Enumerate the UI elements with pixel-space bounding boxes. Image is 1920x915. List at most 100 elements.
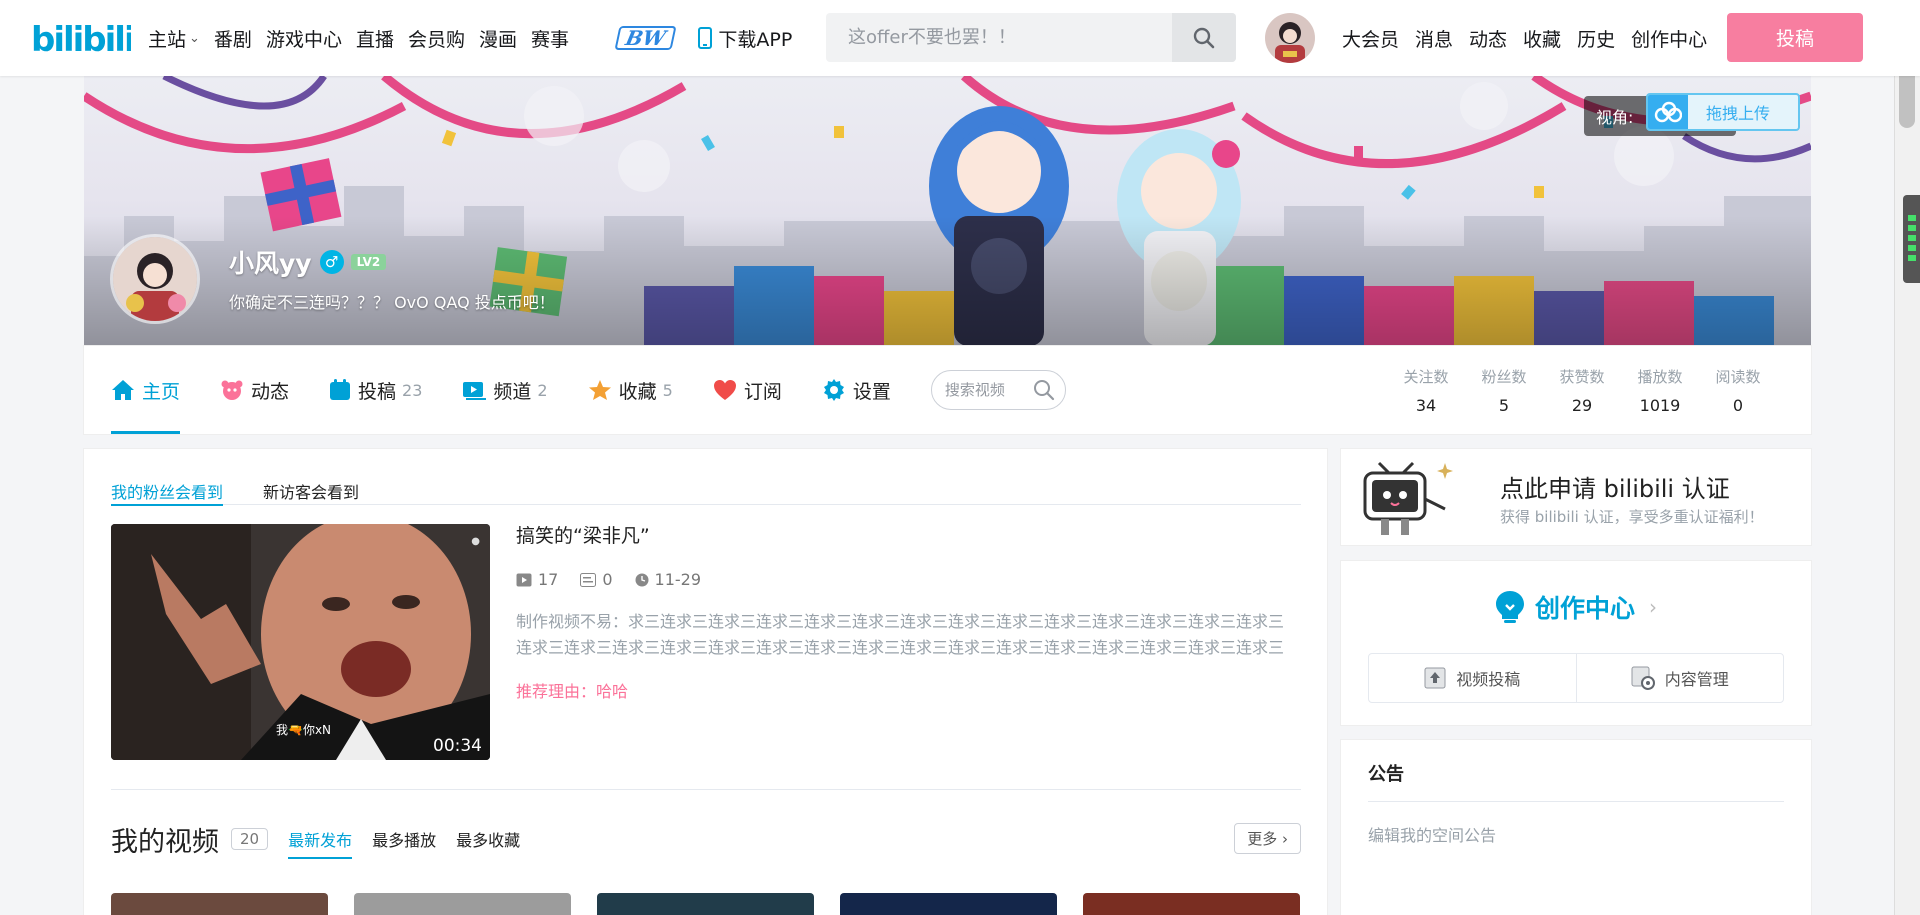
dynamic-icon: [220, 379, 244, 401]
favorite-star-icon: [588, 379, 612, 401]
video-upload-button[interactable]: 视频投稿: [1369, 654, 1576, 702]
user-nav: 大会员 消息 动态 收藏 历史 创作中心: [1342, 0, 1723, 76]
tab-uploads[interactable]: 投稿 23: [329, 346, 422, 434]
side-speed-widget[interactable]: [1903, 195, 1920, 283]
stat-followers[interactable]: 粉丝数 5: [1465, 366, 1543, 415]
creator-center-link[interactable]: 创作中心 ›: [1341, 589, 1811, 625]
stat-following[interactable]: 关注数 34: [1387, 366, 1465, 415]
search-button[interactable]: [1172, 13, 1236, 62]
certification-subtitle: 获得 bilibili 认证，享受多重认证福利！: [1500, 508, 1764, 526]
search-icon: [1193, 27, 1215, 48]
nav-history[interactable]: 历史: [1577, 25, 1615, 52]
settings-gear-icon: [822, 378, 846, 402]
stat-likes: 获赞数 29: [1559, 368, 1605, 415]
header-search: [826, 13, 1236, 62]
user-avatar[interactable]: [1265, 13, 1315, 63]
nav-live[interactable]: 直播: [356, 25, 394, 52]
video-duration: 00:34: [433, 736, 482, 756]
announcement-editor[interactable]: 编辑我的空间公告: [1368, 822, 1496, 846]
view-angle-label: 视角:: [1596, 108, 1634, 127]
featured-video-description: 制作视频不易：求三连求三连求三连求三连求三连求三连求三连求三连求三连求三连求三连…: [516, 612, 1285, 657]
male-gender-icon: ♂: [319, 250, 344, 274]
profile-tabs: 主页 动态 投稿 23 频道 2 收藏 5 订阅 设置 搜索视频: [111, 346, 1066, 434]
drag-upload-button[interactable]: 拖拽上传: [1646, 93, 1800, 131]
channel-icon: [462, 379, 487, 401]
nav-manga[interactable]: 漫画: [479, 25, 517, 52]
top-header: bilibili 主站 ⌄ 番剧 游戏中心 直播 会员购 漫画 赛事 BW 下载A…: [0, 0, 1920, 76]
announcement-divider: [1368, 801, 1784, 802]
bilibili-logo[interactable]: bilibili: [31, 13, 136, 61]
nav-game-center[interactable]: 游戏中心: [266, 25, 342, 52]
video-card[interactable]: [840, 893, 1057, 915]
page-scrollbar[interactable]: [1894, 0, 1920, 915]
nav-member-shop[interactable]: 会员购: [408, 25, 465, 52]
stat-plays: 播放数 1019: [1637, 368, 1683, 415]
nav-bangumi[interactable]: 番剧: [214, 25, 252, 52]
tab-fans-see[interactable]: 我的粉丝会看到: [111, 479, 224, 506]
my-videos-count: 20: [231, 828, 269, 850]
bw-event-badge[interactable]: BW: [614, 26, 677, 50]
nav-favorites[interactable]: 收藏: [1523, 25, 1561, 52]
subscribe-heart-icon: [713, 379, 737, 401]
level-badge: LV2: [350, 254, 387, 270]
download-app-link[interactable]: 下载APP: [698, 25, 792, 52]
uploads-count: 23: [402, 380, 423, 400]
phone-icon: [698, 27, 713, 49]
tab-subscriptions[interactable]: 订阅: [713, 346, 782, 434]
featured-video-thumbnail[interactable]: ● 我🔫你xN 00:34: [111, 524, 490, 760]
video-card[interactable]: [354, 893, 571, 915]
sort-most-favorited[interactable]: 最多收藏: [456, 827, 520, 851]
chevron-down-icon: ⌄: [189, 30, 200, 46]
upload-icon: [329, 379, 351, 401]
nav-events[interactable]: 赛事: [531, 25, 569, 52]
certification-card[interactable]: 点此申请 bilibili 认证 获得 bilibili 认证，享受多重认证福利…: [1341, 449, 1811, 545]
featured-audience-tabs: 我的粉丝会看到 新访客会看到: [111, 479, 1301, 506]
profile-signature[interactable]: 你确定不三连吗？？？ OvO QAQ 投点币吧！: [229, 289, 555, 313]
featured-video-info: 搞笑的“梁非凡” 17 0 11-29 制作视频不易：求三连求三连求三连求三连求…: [516, 521, 1296, 702]
tab-new-visitors-see[interactable]: 新访客会看到: [263, 479, 359, 505]
channels-count: 2: [537, 380, 548, 400]
content-management-button[interactable]: 内容管理: [1575, 654, 1784, 702]
nav-messages[interactable]: 消息: [1415, 25, 1453, 52]
my-videos-title: 我的视频: [111, 826, 219, 858]
tab-favorites[interactable]: 收藏 5: [588, 346, 673, 434]
danmaku-count: 0: [602, 570, 613, 589]
video-card[interactable]: [1083, 893, 1300, 915]
svg-text:bilibili: bilibili: [31, 20, 131, 60]
creator-center-card: 创作中心 › 视频投稿 内容管理: [1341, 561, 1811, 725]
drag-upload-label: 拖拽上传: [1706, 104, 1771, 123]
banner-shade: [84, 216, 1811, 346]
clock-icon: [635, 573, 649, 587]
featured-video-meta: 17 0 11-29: [516, 570, 1296, 589]
search-input[interactable]: [826, 13, 1172, 62]
more-videos-button[interactable]: 更多 ›: [1234, 823, 1301, 854]
sort-latest[interactable]: 最新发布: [288, 827, 353, 859]
nav-main-site[interactable]: 主站 ⌄: [148, 25, 200, 52]
video-search-input[interactable]: [944, 381, 1033, 399]
video-search-box: [930, 370, 1066, 410]
danmaku-icon: [580, 572, 597, 587]
nav-dynamics[interactable]: 动态: [1469, 25, 1507, 52]
watermark: ●: [471, 536, 480, 547]
nav-creator-center[interactable]: 创作中心: [1631, 25, 1707, 52]
recommend-reason: 推荐理由：哈哈: [516, 682, 629, 701]
search-icon[interactable]: [1033, 379, 1055, 401]
video-card[interactable]: [597, 893, 814, 915]
nav-vip[interactable]: 大会员: [1342, 25, 1399, 52]
stat-reads: 阅读数 0: [1715, 368, 1761, 415]
sort-most-played[interactable]: 最多播放: [372, 827, 436, 851]
upload-button[interactable]: 投稿: [1727, 13, 1863, 62]
tab-dynamics[interactable]: 动态: [220, 346, 289, 434]
featured-video-title[interactable]: 搞笑的“梁非凡”: [516, 521, 1296, 548]
home-icon: [111, 379, 135, 401]
tab-channels[interactable]: 频道 2: [462, 346, 548, 434]
profile-tabbar: 主页 动态 投稿 23 频道 2 收藏 5 订阅 设置 搜索视频 关注数 34 …: [84, 346, 1811, 434]
tab-settings[interactable]: 设置: [822, 346, 891, 434]
tab-home[interactable]: 主页: [111, 346, 181, 434]
video-card[interactable]: [111, 893, 328, 915]
upload-video-icon: [1424, 667, 1446, 689]
main-column: 我的粉丝会看到 新访客会看到 ● 我🔫你xN 00:34 搞笑的“梁非凡” 17: [84, 449, 1327, 915]
profile-avatar[interactable]: [110, 234, 200, 324]
username: 小风yy: [229, 249, 312, 278]
announcement-title: 公告: [1368, 764, 1404, 785]
